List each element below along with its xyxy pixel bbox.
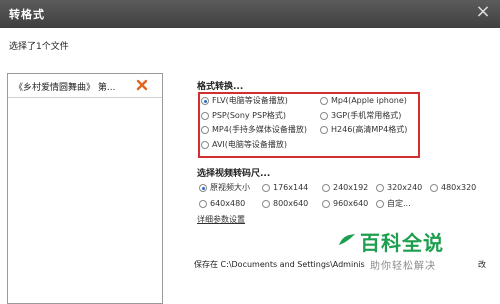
window-title: 转格式 [9, 8, 45, 21]
detail-settings-link[interactable]: 详细参数设置 [197, 214, 245, 225]
close-icon[interactable]: × [474, 3, 492, 21]
radio-size-960x640[interactable]: 960x640 [322, 199, 368, 209]
radio-size-176x144[interactable]: 176x144 [262, 183, 308, 193]
watermark-logo-icon [339, 234, 355, 245]
size-section-label: 选择视频转码尺... [197, 169, 271, 179]
radio-icon [262, 184, 270, 192]
radio-format-3gp[interactable]: 3GP(手机常用格式) [320, 111, 401, 121]
radio-icon [430, 184, 438, 192]
radio-icon [320, 97, 328, 105]
list-item[interactable]: 《乡村爱情圆舞曲》 第... [8, 74, 162, 98]
change-path-link[interactable]: 改 [478, 259, 486, 270]
radio-icon [376, 200, 384, 208]
watermark: 百科全说 助你轻松解决 [336, 227, 466, 275]
radio-size-800x640[interactable]: 800x640 [262, 199, 308, 209]
radio-icon [201, 141, 209, 149]
file-list[interactable]: 《乡村爱情圆舞曲》 第... [7, 73, 163, 304]
radio-format-mp4-apple[interactable]: Mp4(Apple iphone) [320, 96, 407, 106]
radio-size-240x192[interactable]: 240x192 [322, 183, 368, 193]
radio-size-480x320[interactable]: 480x320 [430, 183, 476, 193]
file-name: 《乡村爱情圆舞曲》 第... [14, 83, 116, 93]
title-bar: 转格式 × [0, 0, 500, 28]
remove-x-icon[interactable] [136, 79, 148, 91]
selected-count-text: 选择了1个文件 [9, 42, 69, 52]
radio-icon [262, 200, 270, 208]
radio-format-psp[interactable]: PSP(Sony PSP格式) [201, 111, 286, 121]
radio-icon [320, 112, 328, 120]
radio-format-flv[interactable]: FLV(电脑等设备播放) [201, 96, 288, 106]
radio-format-avi[interactable]: AVI(电脑等设备播放) [201, 140, 287, 150]
radio-icon [322, 184, 330, 192]
radio-format-h246[interactable]: H246(高清MP4格式) [320, 125, 407, 135]
radio-icon [320, 126, 328, 134]
radio-size-original[interactable]: 原视频大小 [199, 183, 250, 193]
radio-size-custom[interactable]: 自定... [376, 199, 411, 209]
radio-format-mp4-handheld[interactable]: MP4(手持多媒体设备播放) [201, 125, 307, 135]
radio-icon [376, 184, 384, 192]
radio-icon [199, 184, 207, 192]
radio-icon [199, 200, 207, 208]
watermark-subtitle: 助你轻松解决 [370, 261, 436, 272]
radio-icon [201, 112, 209, 120]
radio-size-640x480[interactable]: 640x480 [199, 199, 245, 209]
watermark-title: 百科全说 [360, 231, 444, 255]
format-section-label: 格式转换... [197, 82, 244, 92]
radio-size-320x240[interactable]: 320x240 [376, 183, 422, 193]
radio-icon [201, 97, 209, 105]
radio-icon [201, 126, 209, 134]
radio-icon [322, 200, 330, 208]
